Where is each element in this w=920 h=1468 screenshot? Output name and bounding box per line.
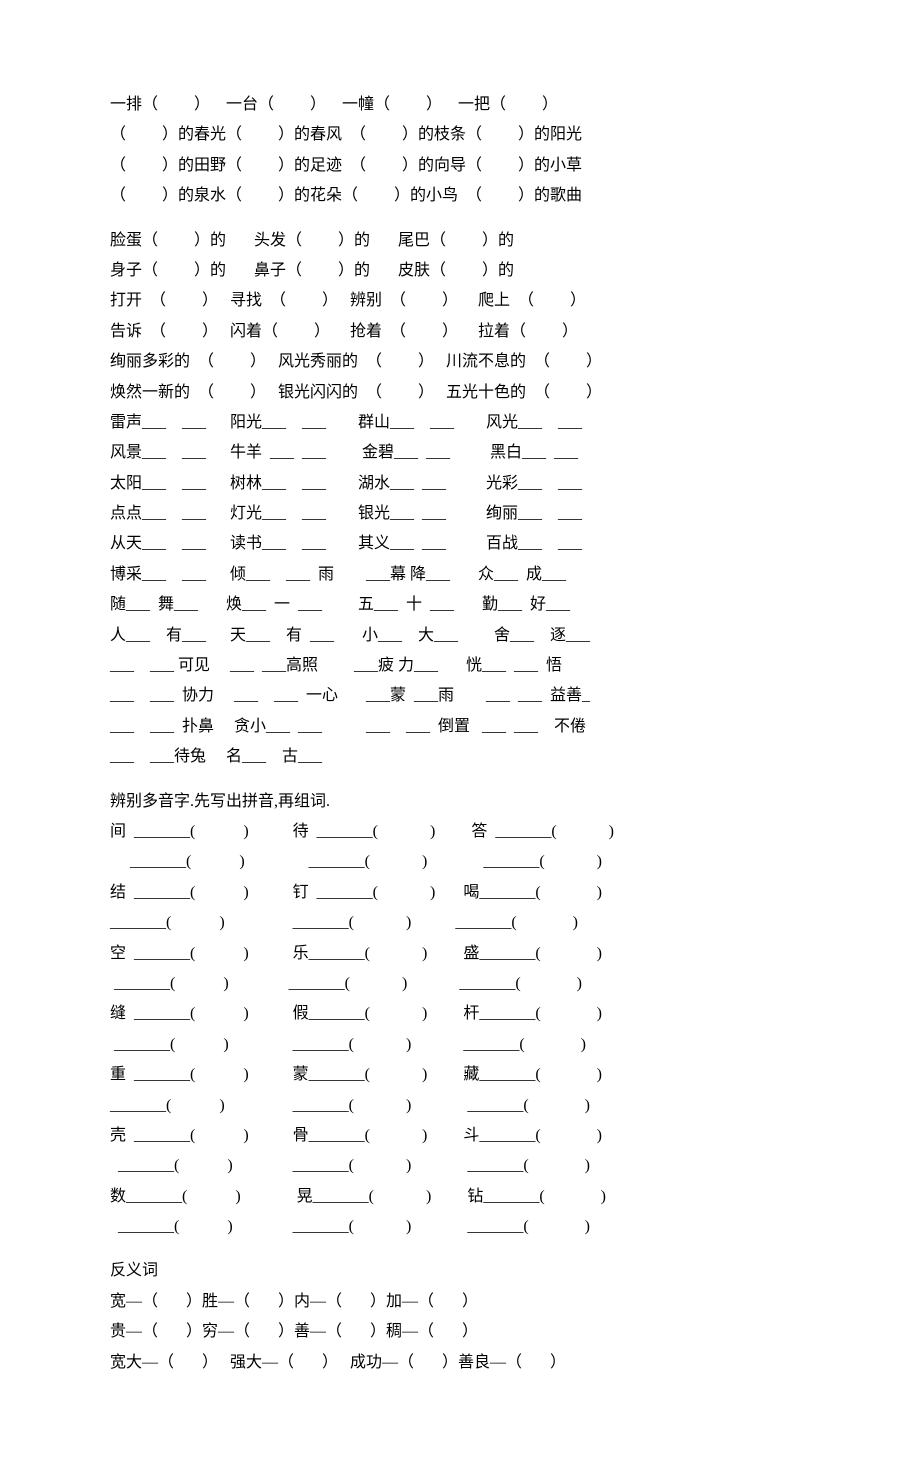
exercise-line: 缝 _______( ) 假_______( ) 杆_______( )	[110, 999, 810, 1029]
exercise-line: 点点___ ___ 灯光___ ___ 银光___ ___ 绚丽___ ___	[110, 499, 810, 529]
exercise-line: ___ ___ 扑鼻 贪小___ ___ ___ ___ 倒置 ___ ___ …	[110, 712, 810, 742]
exercise-line: 重 _______( ) 蒙_______( ) 藏_______( )	[110, 1060, 810, 1090]
exercise-line: 从天___ ___ 读书___ ___ 其义___ ___ 百战___ ___	[110, 529, 810, 559]
exercise-line: （ ）的泉水（ ）的花朵（ ）的小鸟 （ ）的歌曲	[110, 181, 810, 211]
exercise-line: 宽—（ ）胜—（ ）内—（ ）加—（ ）	[110, 1287, 810, 1317]
exercise-line: 壳 _______( ) 骨_______( ) 斗_______( )	[110, 1121, 810, 1151]
exercise-line: ___ ___ 可见 ___ ___高照 ___疲 力___ 恍___ ___ …	[110, 651, 810, 681]
exercise-line: ___ ___ 协力 ___ ___ 一心 ___蒙 ___雨 ___ ___ …	[110, 681, 810, 711]
exercise-line: 人___ 有___ 天___ 有 ___ 小___ 大___ 舍___ 逐___	[110, 621, 810, 651]
exercise-line: 随___ 舞___ 焕___ 一 ___ 五___ 十 ___ 勤___ 好__…	[110, 590, 810, 620]
exercise-line: _______( ) _______( ) _______( )	[110, 1212, 810, 1242]
exercise-line: _______( ) _______( ) _______( )	[110, 1151, 810, 1181]
exercise-line: 脸蛋（ ）的 头发（ ）的 尾巴（ ）的	[110, 226, 810, 256]
exercise-line: 太阳___ ___ 树林___ ___ 湖水___ ___ 光彩___ ___	[110, 469, 810, 499]
exercise-line: 空 _______( ) 乐_______( ) 盛_______( )	[110, 939, 810, 969]
exercise-line: 绚丽多彩的 （ ） 风光秀丽的 （ ） 川流不息的 （ ）	[110, 347, 810, 377]
exercise-line: 焕然一新的 （ ） 银光闪闪的 （ ） 五光十色的 （ ）	[110, 378, 810, 408]
exercise-line: 风景___ ___ 牛羊 ___ ___ 金碧___ ___ 黑白___ ___	[110, 438, 810, 468]
exercise-line: 宽大—（ ） 强大—（ ） 成功—（ ）善良—（ ）	[110, 1348, 810, 1378]
exercise-line: 一排（ ） 一台（ ） 一幢（ ） 一把（ ）	[110, 90, 810, 120]
exercise-line: （ ）的春光（ ）的春风 （ ）的枝条（ ）的阳光	[110, 120, 810, 150]
section-heading: 辨别多音字.先写出拼音,再组词.	[110, 787, 810, 817]
exercise-line: _______( ) _______( ) _______( )	[110, 847, 810, 877]
exercise-line: _______( ) _______( ) _______( )	[110, 1030, 810, 1060]
exercise-line: 身子（ ）的 鼻子（ ）的 皮肤（ ）的	[110, 256, 810, 286]
exercise-line: 贵—（ ）穷—（ ）善—（ ）稠—（ ）	[110, 1317, 810, 1347]
exercise-line: _______( ) _______( ) _______( )	[110, 1091, 810, 1121]
exercise-line: 告诉 （ ） 闪着（ ） 抢着 （ ） 拉着（ ）	[110, 317, 810, 347]
exercise-line: ___ ___待兔 名___ 古___	[110, 742, 810, 772]
exercise-line: 间 _______( ) 待 _______( ) 答 _______( )	[110, 817, 810, 847]
exercise-line: （ ）的田野（ ）的足迹 （ ）的向导（ ）的小草	[110, 151, 810, 181]
exercise-line: _______( ) _______( ) _______( )	[110, 969, 810, 999]
exercise-line: 数_______( ) 晃_______( ) 钻_______( )	[110, 1182, 810, 1212]
exercise-line: 结 _______( ) 钉 _______( ) 喝_______( )	[110, 878, 810, 908]
exercise-line: 打开 （ ） 寻找 （ ） 辨别 （ ） 爬上 （ ）	[110, 286, 810, 316]
exercise-line: 雷声___ ___ 阳光___ ___ 群山___ ___ 风光___ ___	[110, 408, 810, 438]
exercise-line: 博采___ ___ 倾___ ___ 雨 ___幕 降___ 众___ 成___	[110, 560, 810, 590]
section-heading: 反义词	[110, 1256, 810, 1286]
exercise-line: _______( ) _______( ) _______( )	[110, 908, 810, 938]
